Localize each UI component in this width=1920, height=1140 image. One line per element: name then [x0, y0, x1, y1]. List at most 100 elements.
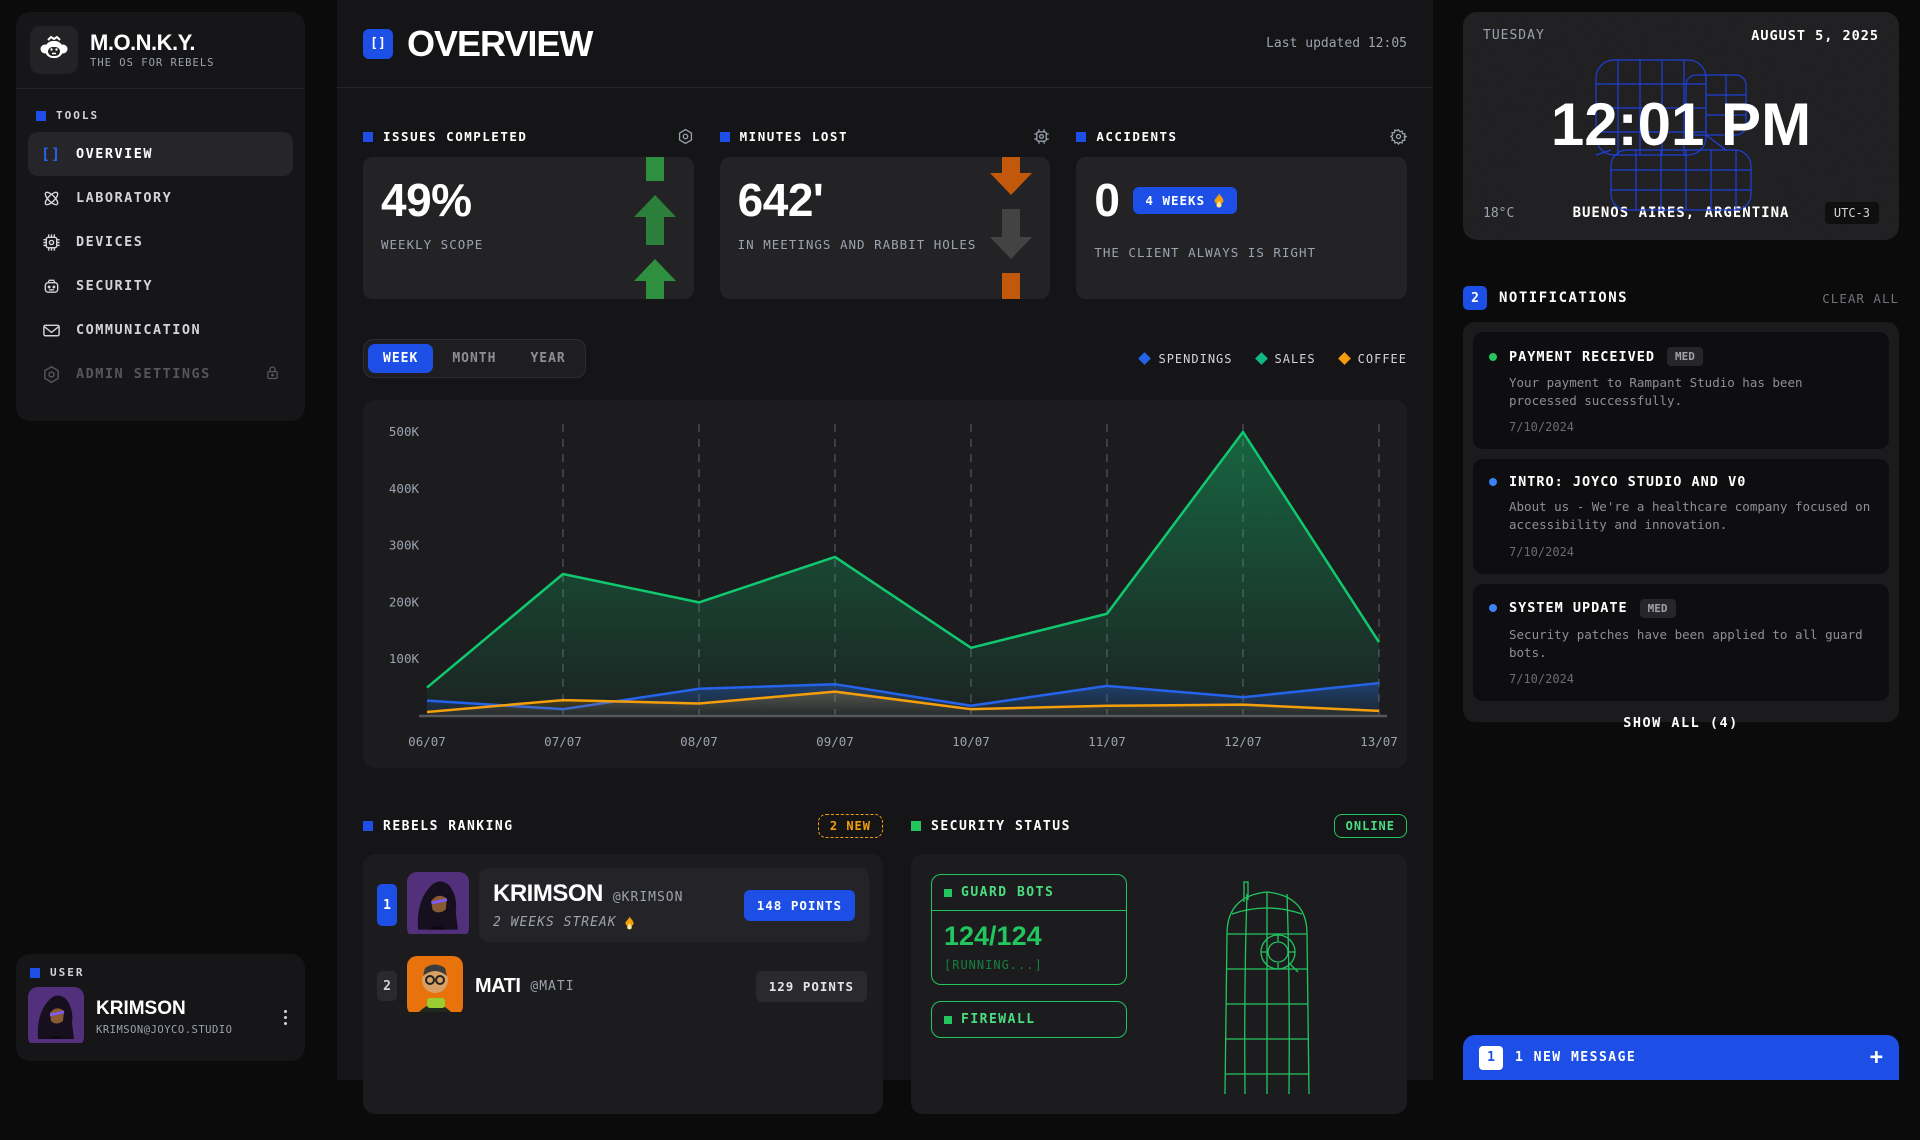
svg-text:10/07: 10/07: [952, 734, 990, 749]
user-section-label: USER: [28, 964, 293, 979]
atom-icon: [40, 189, 62, 208]
status-dot: [1489, 478, 1497, 486]
security-status-section: SECURITY STATUS ONLINE GUARD BOTS: [911, 814, 1407, 1114]
tools-section-label: TOOLS: [28, 101, 293, 132]
fire-icon: [1213, 193, 1225, 208]
mati-avatar: [407, 956, 463, 1016]
notification-count-badge: 2: [1463, 286, 1487, 310]
sidebar-item-devices[interactable]: DEVICES: [28, 220, 293, 264]
diamond-icon: [1139, 352, 1152, 365]
mail-icon: [40, 321, 62, 340]
notifications-panel: PAYMENT RECEIVED MED Your payment to Ram…: [1463, 322, 1899, 722]
svg-text:400K: 400K: [389, 481, 420, 496]
stat-issues-completed: ISSUES COMPLETED 49% WEEKLY SCOPE: [363, 128, 694, 299]
svg-text:08/07: 08/07: [680, 734, 718, 749]
area-chart-panel: 100K 200K 300K 400K 500K 06/07 07/07 08/07 09/07…: [363, 400, 1407, 768]
utc-offset-chip: UTC-3: [1825, 202, 1879, 224]
chip-icon[interactable]: [1033, 128, 1050, 145]
ranking-row-2[interactable]: 2: [377, 956, 869, 1016]
area-chart[interactable]: 100K 200K 300K 400K 500K 06/07 07/07 08/07 09/07…: [363, 400, 1407, 768]
legend-sales[interactable]: SALES: [1257, 352, 1316, 366]
streak-text: 2 WEEKS STREAK: [493, 915, 683, 930]
overview-brackets-icon: []: [363, 29, 393, 59]
blue-square-marker: [36, 111, 46, 121]
streak-badge: 4 WEEKS: [1133, 187, 1237, 214]
clock-time: 12:01 PM: [1463, 90, 1899, 159]
main-content: [] OVERVIEW Last updated 12:05 ISSUES CO…: [337, 0, 1433, 1080]
tab-week[interactable]: WEEK: [368, 344, 433, 373]
krimson-avatar: [407, 872, 469, 938]
trend-down-arrows-icon: [990, 157, 1032, 299]
legend-coffee[interactable]: COFFEE: [1340, 352, 1407, 366]
app-name: M.O.N.K.Y.: [90, 31, 214, 54]
clear-all-button[interactable]: CLEAR ALL: [1822, 291, 1899, 306]
notification-item[interactable]: SYSTEM UPDATE MED Security patches have …: [1473, 584, 1889, 701]
chart-range-tabs: WEEK MONTH YEAR: [363, 339, 586, 378]
notification-item[interactable]: INTRO: JOYCO STUDIO AND V0 About us - We…: [1473, 459, 1889, 573]
new-message-bar[interactable]: 1 1 NEW MESSAGE +: [1463, 1035, 1899, 1080]
svg-text:06/07: 06/07: [408, 734, 446, 749]
svg-text:200K: 200K: [389, 594, 420, 609]
sidebar-item-overview[interactable]: [] OVERVIEW: [28, 132, 293, 176]
blue-square-marker: [1076, 132, 1086, 142]
svg-text:09/07: 09/07: [816, 734, 854, 749]
svg-text:13/07: 13/07: [1360, 734, 1398, 749]
app-logo-row: M.O.N.K.Y. THE OS FOR REBELS: [16, 12, 305, 89]
ranking-row-1[interactable]: 1: [377, 868, 869, 942]
weekday-label: TUESDAY: [1483, 28, 1545, 44]
chip-icon: [40, 233, 62, 252]
green-square-marker: [911, 821, 921, 831]
trend-up-arrows-icon: [634, 157, 676, 299]
user-avatar: [28, 987, 84, 1047]
diamond-icon: [1338, 352, 1351, 365]
message-count-badge: 1: [1479, 1046, 1503, 1070]
legend-spendings[interactable]: SPENDINGS: [1140, 352, 1232, 366]
sidebar: M.O.N.K.Y. THE OS FOR REBELS TOOLS [] OV…: [16, 12, 305, 421]
green-square-marker: [944, 1016, 952, 1024]
sidebar-item-security[interactable]: SECURITY: [28, 264, 293, 308]
svg-text:07/07: 07/07: [544, 734, 582, 749]
svg-text:11/07: 11/07: [1088, 734, 1126, 749]
blue-square-marker: [363, 132, 373, 142]
nut-icon: [40, 365, 62, 384]
sidebar-item-laboratory[interactable]: LABORATORY: [28, 176, 293, 220]
plus-icon[interactable]: +: [1870, 1047, 1883, 1069]
status-dot: [1489, 604, 1497, 612]
svg-text:12/07: 12/07: [1224, 734, 1262, 749]
user-panel: USER KRIMSON KRIMSON@JOYCO.STUDIO: [16, 954, 305, 1061]
cog-burst-icon[interactable]: [1390, 128, 1407, 145]
rank-badge: 1: [377, 884, 397, 926]
sidebar-item-communication[interactable]: COMMUNICATION: [28, 308, 293, 352]
user-email: KRIMSON@JOYCO.STUDIO: [96, 1024, 266, 1036]
robot-icon: [40, 277, 62, 296]
points-badge: 129 POINTS: [756, 971, 867, 1002]
app-tagline: THE OS FOR REBELS: [90, 57, 214, 69]
notifications-title: NOTIFICATIONS: [1499, 290, 1628, 306]
diamond-icon: [1255, 352, 1268, 365]
user-name: KRIMSON: [96, 998, 266, 1020]
lock-icon: [264, 364, 281, 385]
svg-text:100K: 100K: [389, 651, 420, 666]
show-all-button[interactable]: SHOW ALL (4): [1473, 701, 1889, 737]
tab-year[interactable]: YEAR: [515, 344, 580, 373]
chart-legend: SPENDINGS SALES COFFEE: [1140, 352, 1407, 366]
rank-badge: 2: [377, 971, 397, 1001]
nut-icon[interactable]: [677, 128, 694, 145]
blue-square-marker: [363, 821, 373, 831]
svg-text:300K: 300K: [389, 538, 420, 553]
new-count-badge: 2 NEW: [818, 814, 883, 838]
last-updated-text: Last updated 12:05: [1266, 36, 1407, 51]
monkey-logo-icon: [30, 26, 78, 74]
tab-month[interactable]: MONTH: [437, 344, 511, 373]
svg-text:500K: 500K: [389, 424, 420, 439]
page-title: OVERVIEW: [407, 23, 592, 65]
stat-minutes-lost: MINUTES LOST 642' IN MEETINGS AND RABBIT…: [720, 128, 1051, 299]
notification-item[interactable]: PAYMENT RECEIVED MED Your payment to Ram…: [1473, 332, 1889, 449]
blue-square-marker: [30, 968, 40, 978]
clock-card: TUESDAY AUGUST 5, 2025 12:01 PM 18°C BUE…: [1463, 12, 1899, 240]
stat-accidents: ACCIDENTS 0 4 WEEKS: [1076, 128, 1407, 299]
sidebar-item-admin-settings[interactable]: ADMIN SETTINGS: [28, 352, 293, 396]
guard-bot-wireframe: [1147, 874, 1387, 1094]
user-menu-kebab-icon[interactable]: [278, 1004, 293, 1031]
status-dot: [1489, 353, 1497, 361]
